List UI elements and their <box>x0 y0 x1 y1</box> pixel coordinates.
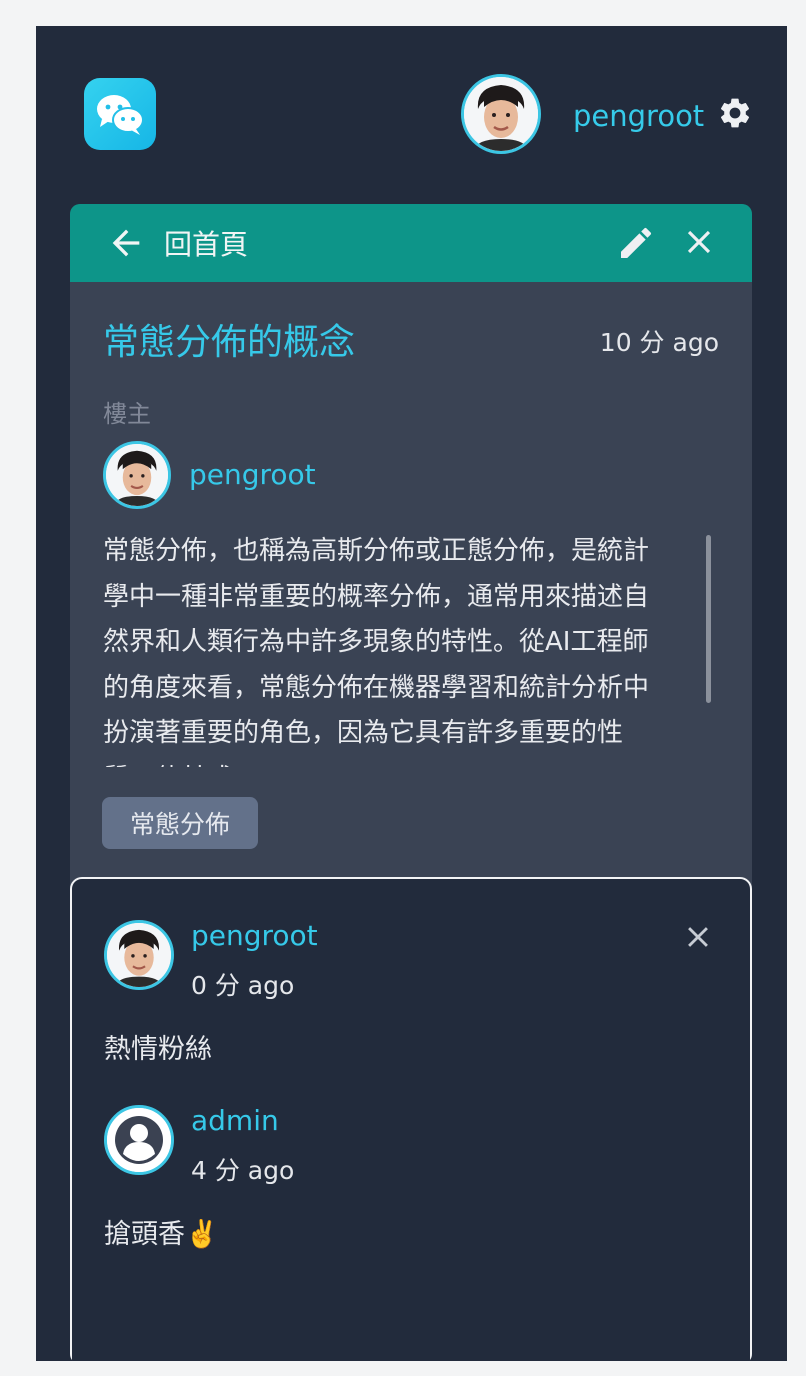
wechat-bubbles-icon <box>97 95 144 135</box>
author-avatar[interactable] <box>103 441 171 509</box>
post-card: 回首頁 常態分佈的概念 10 分 ago 樓主 pengroot 常態分佈，也稱… <box>70 204 752 1361</box>
post-title: 常態分佈的概念 <box>103 322 356 363</box>
user-photo-icon <box>107 923 171 987</box>
post-body-scrollbar[interactable] <box>706 535 711 703</box>
comment-text: 熱情粉絲 <box>104 1034 212 1065</box>
close-icon[interactable] <box>681 920 715 954</box>
back-home-link[interactable]: 回首頁 <box>164 223 248 263</box>
comment-text: 搶頭香✌️ <box>104 1219 219 1250</box>
post-body: 常態分佈，也稱為高斯分佈或正態分佈，是統計學中一種非常重要的概率分佈，通常用來描… <box>103 536 650 767</box>
app-window: pengroot 回首頁 常態分佈的概念 10 分 ago 樓主 pengroo… <box>36 26 787 1361</box>
gear-icon[interactable] <box>717 95 753 131</box>
user-photo-icon <box>106 444 168 506</box>
default-user-icon <box>107 1108 171 1172</box>
op-label: 樓主 <box>103 400 151 428</box>
post-card-header: 回首頁 <box>70 204 752 282</box>
comment-avatar[interactable] <box>104 920 174 990</box>
app-logo[interactable] <box>84 78 156 150</box>
comments-panel: pengroot 0 分 ago 熱情粉絲 admin 4 分 ago 搶頭香✌… <box>70 877 752 1361</box>
user-avatar[interactable] <box>461 74 541 154</box>
current-username[interactable]: pengroot <box>573 98 704 134</box>
close-icon[interactable] <box>680 223 718 261</box>
post-author-name[interactable]: pengroot <box>189 458 316 491</box>
comment-avatar[interactable] <box>104 1105 174 1175</box>
pencil-icon[interactable] <box>616 223 656 263</box>
arrow-left-icon[interactable] <box>106 223 146 263</box>
post-tag[interactable]: 常態分佈 <box>102 797 259 849</box>
comment-timestamp: 4 分 ago <box>191 1156 295 1185</box>
user-photo-icon <box>464 77 538 151</box>
comment-author[interactable]: pengroot <box>191 919 318 952</box>
post-timestamp: 10 分 ago <box>599 328 719 357</box>
comment-author[interactable]: admin <box>191 1104 279 1137</box>
comment-timestamp: 0 分 ago <box>191 971 295 1000</box>
